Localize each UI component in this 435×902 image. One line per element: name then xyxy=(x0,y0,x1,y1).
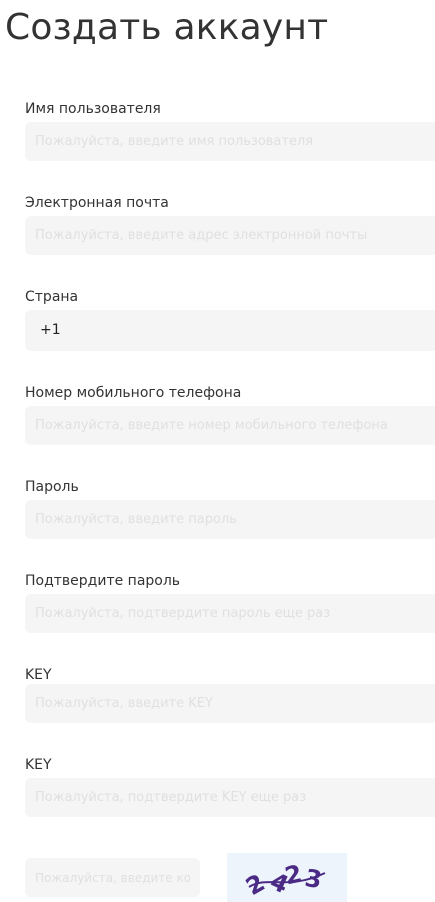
password-label: Пароль xyxy=(25,479,79,495)
captcha-graphic: 2 4 2 3 xyxy=(241,859,326,902)
username-field[interactable] xyxy=(25,122,435,161)
phone-label: Номер мобильного телефона xyxy=(25,385,242,401)
page-title: Создать аккаунт xyxy=(5,7,329,48)
phone-field[interactable] xyxy=(25,406,435,445)
key-field[interactable] xyxy=(25,684,435,723)
captcha-char-4: 3 xyxy=(303,864,324,894)
password-field[interactable] xyxy=(25,500,435,539)
confirm-key-label: KEY xyxy=(25,757,52,773)
captcha-char-1: 2 xyxy=(241,869,269,902)
email-field[interactable] xyxy=(25,216,435,255)
country-label: Страна xyxy=(25,289,79,305)
captcha-image[interactable]: 2 4 2 3 xyxy=(227,853,347,902)
email-label: Электронная почта xyxy=(25,195,169,211)
captcha-input[interactable] xyxy=(25,858,200,897)
key-label: KEY xyxy=(25,667,52,683)
username-label: Имя пользователя xyxy=(25,101,161,117)
confirm-key-field[interactable] xyxy=(25,778,435,817)
confirm-password-field[interactable] xyxy=(25,594,435,633)
confirm-password-label: Подтвердите пароль xyxy=(25,573,181,589)
country-select[interactable]: +1 xyxy=(25,310,435,351)
